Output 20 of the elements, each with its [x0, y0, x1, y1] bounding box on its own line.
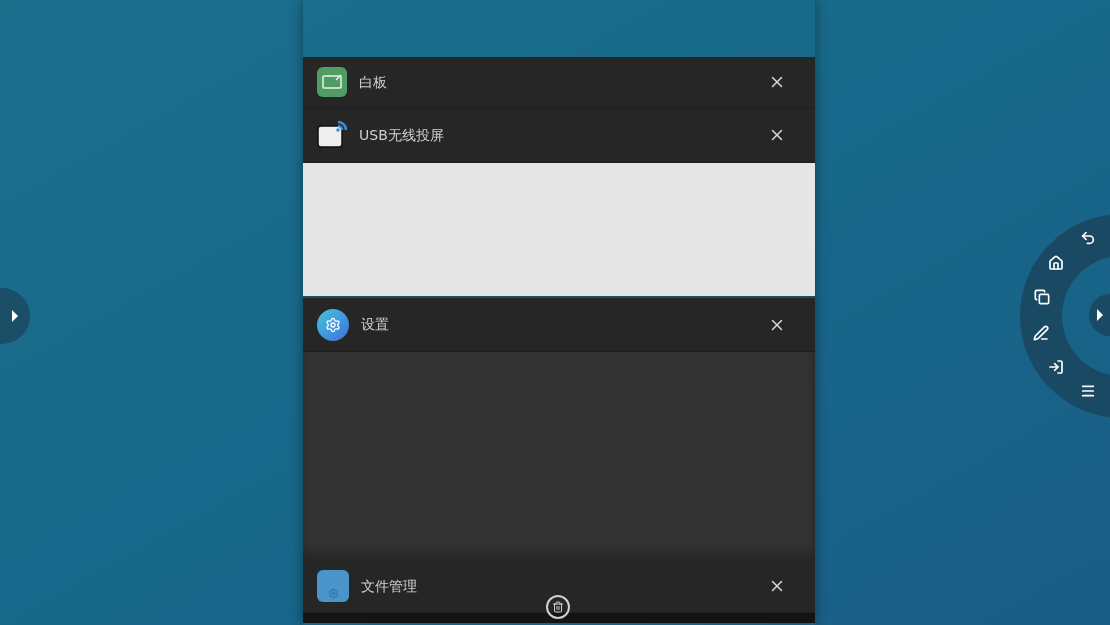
app-title: 白板 [359, 72, 387, 92]
left-edge-handle[interactable] [0, 288, 30, 344]
screen-cast-icon [317, 121, 347, 149]
settings-app-icon [317, 308, 349, 341]
copy-icon[interactable] [1032, 287, 1052, 307]
app-card-header[interactable]: 白板 [303, 57, 815, 108]
app-card-header[interactable]: 文件管理 [303, 560, 815, 613]
app-title: 文件管理 [361, 576, 417, 596]
app-title: USB无线投屏 [359, 125, 444, 145]
trash-icon [552, 601, 564, 613]
app-card-header[interactable]: 设置 [303, 298, 815, 352]
exit-icon[interactable] [1046, 357, 1066, 377]
home-icon[interactable] [1046, 253, 1066, 273]
app-card-header[interactable]: USB无线投屏 [303, 108, 815, 163]
pen-icon[interactable] [1031, 323, 1051, 343]
app-title: 设置 [361, 315, 389, 334]
folder-icon [317, 570, 349, 602]
clear-all-button[interactable] [546, 595, 570, 619]
right-edge-handle[interactable] [1089, 294, 1110, 336]
whiteboard-icon [317, 67, 347, 97]
